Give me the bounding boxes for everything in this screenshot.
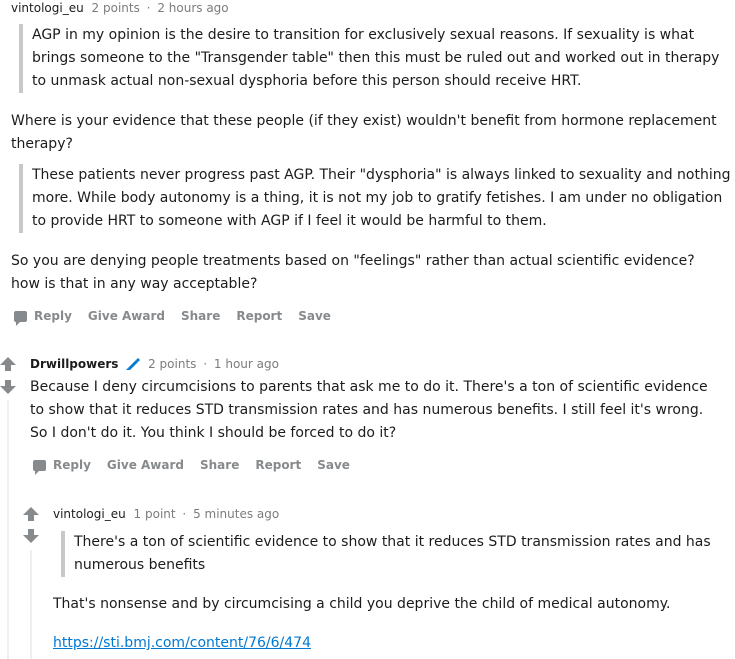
downvote-icon[interactable] [0,380,16,394]
reply-button[interactable]: Reply [14,309,72,326]
give-award-button[interactable]: Give Award [107,458,184,472]
comment-points: 2 points [91,1,140,15]
chat-icon [33,459,46,475]
comment-vintologi-1: vintologi_eu 2 points · 2 hours ago AGP … [11,0,730,292]
save-button[interactable]: Save [317,458,350,472]
report-button[interactable]: Report [255,458,301,472]
upvote-icon[interactable] [23,507,39,521]
comment-meta: Drwillpowers 2 points · 1 hour ago [30,356,730,372]
blockquote: There's a ton of scientific evidence to … [61,531,724,577]
reply-label: Reply [34,309,72,323]
upvote-icon[interactable] [0,357,16,371]
comment-actions: Reply Give Award Share Report Save [14,308,347,326]
comment-body: Because I deny circumcisions to parents … [30,379,708,441]
share-button[interactable]: Share [200,458,239,472]
comment-author[interactable]: vintologi_eu [53,507,126,521]
meta-separator: · [146,1,151,15]
comment-vintologi-2: vintologi_eu 1 point · 5 minutes ago The… [53,506,729,651]
comment-paragraph: That's nonsense and by circumcising a ch… [53,596,671,612]
share-button[interactable]: Share [181,309,220,323]
comment-time[interactable]: 5 minutes ago [193,507,279,521]
comment-paragraph: So you are denying people treatments bas… [11,253,695,292]
save-button[interactable]: Save [298,309,331,323]
blockquote: These patients never progress past AGP. … [19,164,731,233]
comment-points: 2 points [148,357,197,371]
comment-time[interactable]: 1 hour ago [214,357,279,371]
comment-points: 1 point [133,507,176,521]
comment-author[interactable]: vintologi_eu [11,1,84,15]
comment-paragraph: Where is your evidence that these people… [11,113,717,152]
thread-line[interactable] [7,400,9,659]
report-button[interactable]: Report [236,309,282,323]
comment-author[interactable]: Drwillpowers [30,357,118,371]
meta-separator: · [203,357,208,371]
comment-drwillpowers: Drwillpowers 2 points · 1 hour ago Becau… [30,356,730,441]
meta-separator: · [182,507,187,521]
comment-actions: Reply Give Award Share Report Save [33,457,366,475]
comment-time[interactable]: 2 hours ago [157,1,228,15]
chat-icon [14,310,27,326]
pencil-icon [126,358,141,370]
give-award-button[interactable]: Give Award [88,309,165,323]
reply-label: Reply [53,458,91,472]
reply-button[interactable]: Reply [33,458,91,475]
comment-meta: vintologi_eu 2 points · 2 hours ago [11,0,727,16]
blockquote: AGP in my opinion is the desire to trans… [19,24,731,93]
comment-meta: vintologi_eu 1 point · 5 minutes ago [53,506,729,522]
downvote-icon[interactable] [23,529,39,543]
thread-line[interactable] [30,550,32,659]
reference-link[interactable]: https://sti.bmj.com/content/76/6/474 [53,632,311,655]
